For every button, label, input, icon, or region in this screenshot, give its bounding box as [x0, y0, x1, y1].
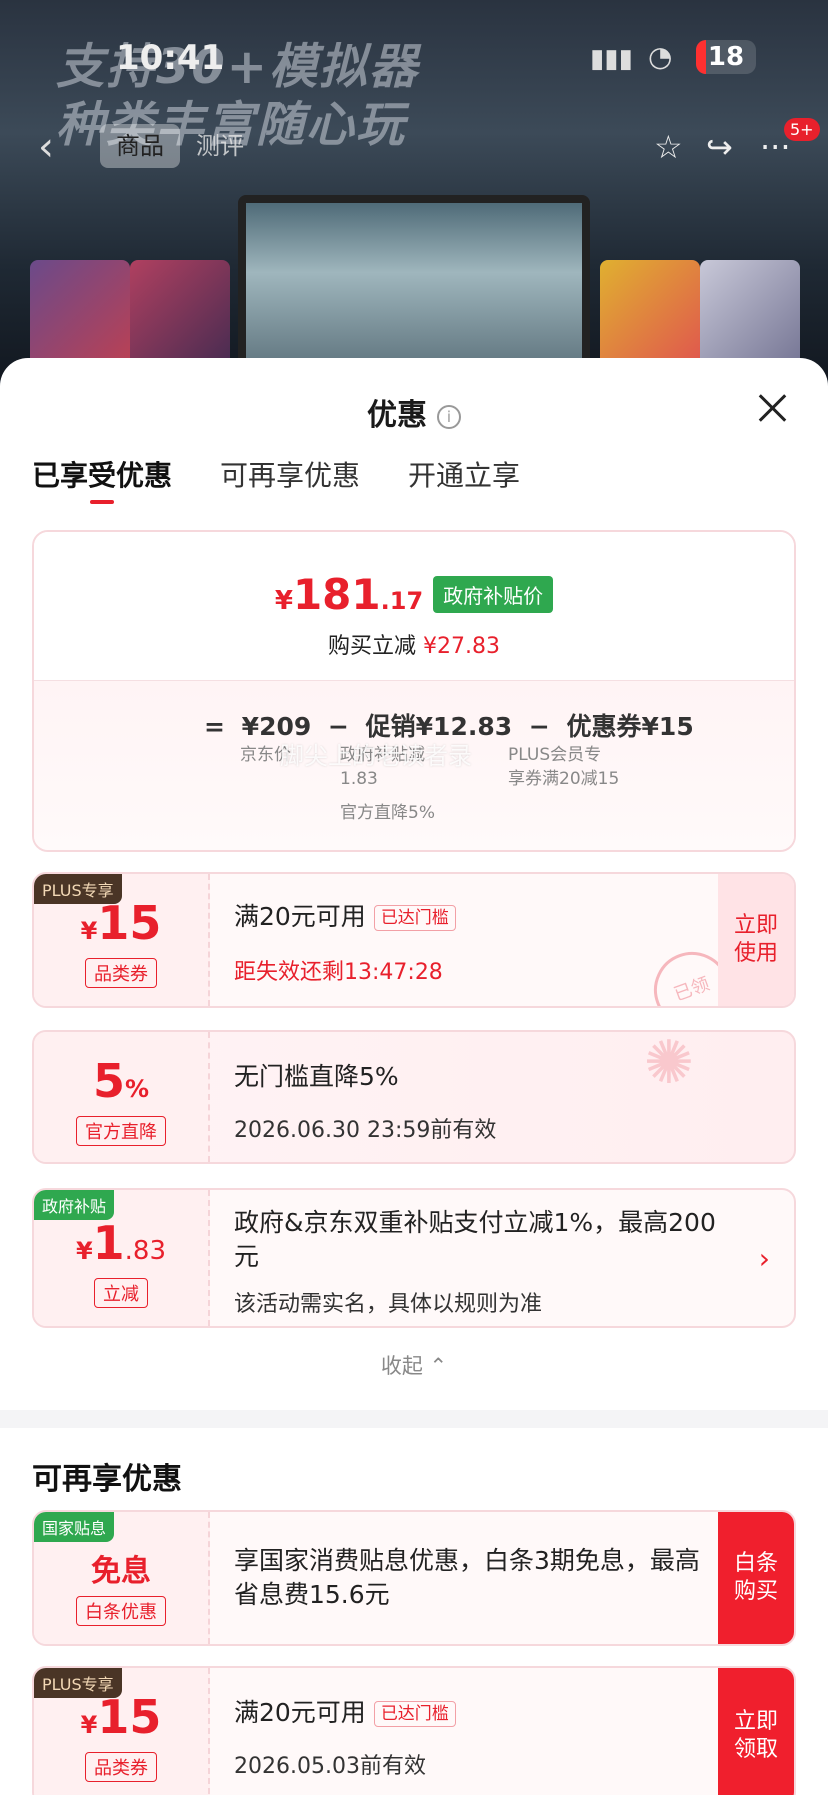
coupon-type-tag: 品类券: [85, 958, 157, 988]
coupon-gov-subsidy: 政府补贴 ¥1.83 立减 政府&京东双重补贴支付立减1%，最高200元 该活动…: [32, 1188, 796, 1328]
baitiao-tag: 白条优惠: [76, 1596, 166, 1626]
chevron-right-icon[interactable]: ›: [759, 1242, 770, 1275]
coupon-validity: 2026.06.30 23:59前有效: [234, 1118, 497, 1143]
instant-reduction: 购买立减 ¥27.83: [328, 634, 500, 659]
baitiao-buy-button[interactable]: 白条购买: [718, 1512, 794, 1644]
discount-sheet: 优惠 i 已享受优惠 可再享优惠 开通立享 ¥181.17 政府补贴价 购买立减 ¥…: [0, 358, 828, 1795]
back-icon[interactable]: ‹: [38, 124, 54, 170]
coupon-official-discount: 5% 官方直降 无门槛直降5% 2026.06.30 23:59前有效 ✺: [32, 1030, 796, 1164]
official-discount-label: 官方直降5%: [340, 803, 435, 823]
use-now-button[interactable]: 立即使用: [718, 874, 794, 1006]
interest-free-label: 免息: [91, 1554, 151, 1589]
battery-indicator: 18: [696, 40, 756, 74]
promo-line-1: 支持30+模拟器: [56, 39, 420, 95]
discount-tabs: 已享受优惠 可再享优惠 开通立享: [32, 454, 520, 504]
discount-percent: 5%: [92, 1054, 150, 1108]
coupon-type-tag: 官方直降: [76, 1116, 166, 1146]
national-interest-tag: 国家贴息: [34, 1512, 115, 1542]
coupon-type-tag: 品类券: [85, 1752, 157, 1782]
share-icon[interactable]: ↪: [706, 128, 733, 166]
coupon-title: 无门槛直降5%: [234, 1062, 399, 1091]
coupon-title: 满20元可用 已达门槛: [234, 900, 456, 934]
favorite-star-icon[interactable]: ☆: [654, 128, 683, 166]
firework-decoration: ✺: [643, 1030, 694, 1098]
sheet-title: 优惠 i: [0, 390, 828, 434]
section-divider: [0, 1410, 828, 1428]
tab-review[interactable]: 测评: [180, 124, 260, 168]
subsidy-title: 政府&京东双重补贴支付立减1%，最高200元: [234, 1208, 716, 1271]
coupon-validity: 2026.05.03前有效: [234, 1754, 426, 1779]
info-icon[interactable]: i: [437, 404, 461, 429]
tab-product[interactable]: 商品: [100, 124, 180, 168]
notification-badge: 5+: [784, 118, 820, 141]
coupon-plus-claim: PLUS专享 ¥15 品类券 满20元可用 已达门槛 2026.05.03前有效 …: [32, 1666, 796, 1795]
gov-subsidy-price-tag: 政府补贴价: [433, 576, 554, 613]
subsidy-note: 该活动需实名，具体以规则为准: [234, 1292, 543, 1317]
coupon-value: ¥15: [80, 1690, 162, 1744]
product-banner: 支持30+模拟器 种类丰富随心玩 10:41 ▮▮▮ ◔ 18 ‹ 商品 测评 …: [0, 0, 828, 380]
close-icon[interactable]: [752, 388, 792, 428]
coupon-type-tag: 立减: [94, 1278, 148, 1308]
section-title-more: 可再享优惠: [32, 1462, 182, 1497]
status-time: 10:41: [116, 38, 225, 78]
wifi-icon: ◔: [648, 40, 673, 73]
tab-activate[interactable]: 开通立享: [408, 454, 520, 504]
coupon-plus-category: PLUS专享 ¥15 品类券 满20元可用 已达门槛 距失效还剩13:47:28 …: [32, 872, 796, 1008]
coupon-label: PLUS会员专 享券满20减15: [508, 745, 620, 789]
subsidy-value: ¥1.83: [75, 1216, 167, 1270]
coupon-countdown: 距失效还剩13:47:28: [234, 960, 443, 985]
interest-offer-text: 享国家消费贴息优惠，白条3期免息，最高省息费15.6元: [234, 1546, 700, 1609]
signal-icon: ▮▮▮: [590, 44, 633, 74]
sheet-title-text: 优惠: [367, 398, 427, 433]
interest-free-offer: 国家贴息 免息 白条优惠 享国家消费贴息优惠，白条3期免息，最高省息费15.6元…: [32, 1510, 796, 1646]
chevron-up-icon: ⌃: [429, 1354, 448, 1378]
claim-now-button[interactable]: 立即领取: [718, 1668, 794, 1795]
collapse-button[interactable]: 收起 ⌃: [0, 1350, 828, 1380]
tab-enjoyed[interactable]: 已享受优惠: [32, 454, 172, 504]
final-price: ¥181.17: [274, 570, 424, 619]
tab-more-available[interactable]: 可再享优惠: [220, 454, 360, 504]
coupon-title: 满20元可用 已达门槛: [234, 1696, 456, 1730]
device-image: [238, 195, 590, 380]
price-summary-card: ¥181.17 政府补贴价 购买立减 ¥27.83 = ¥209 − 促销¥12.…: [32, 530, 796, 852]
watermark: 脚尖上的老读者录: [280, 742, 472, 770]
coupon-value: ¥15: [80, 896, 162, 950]
